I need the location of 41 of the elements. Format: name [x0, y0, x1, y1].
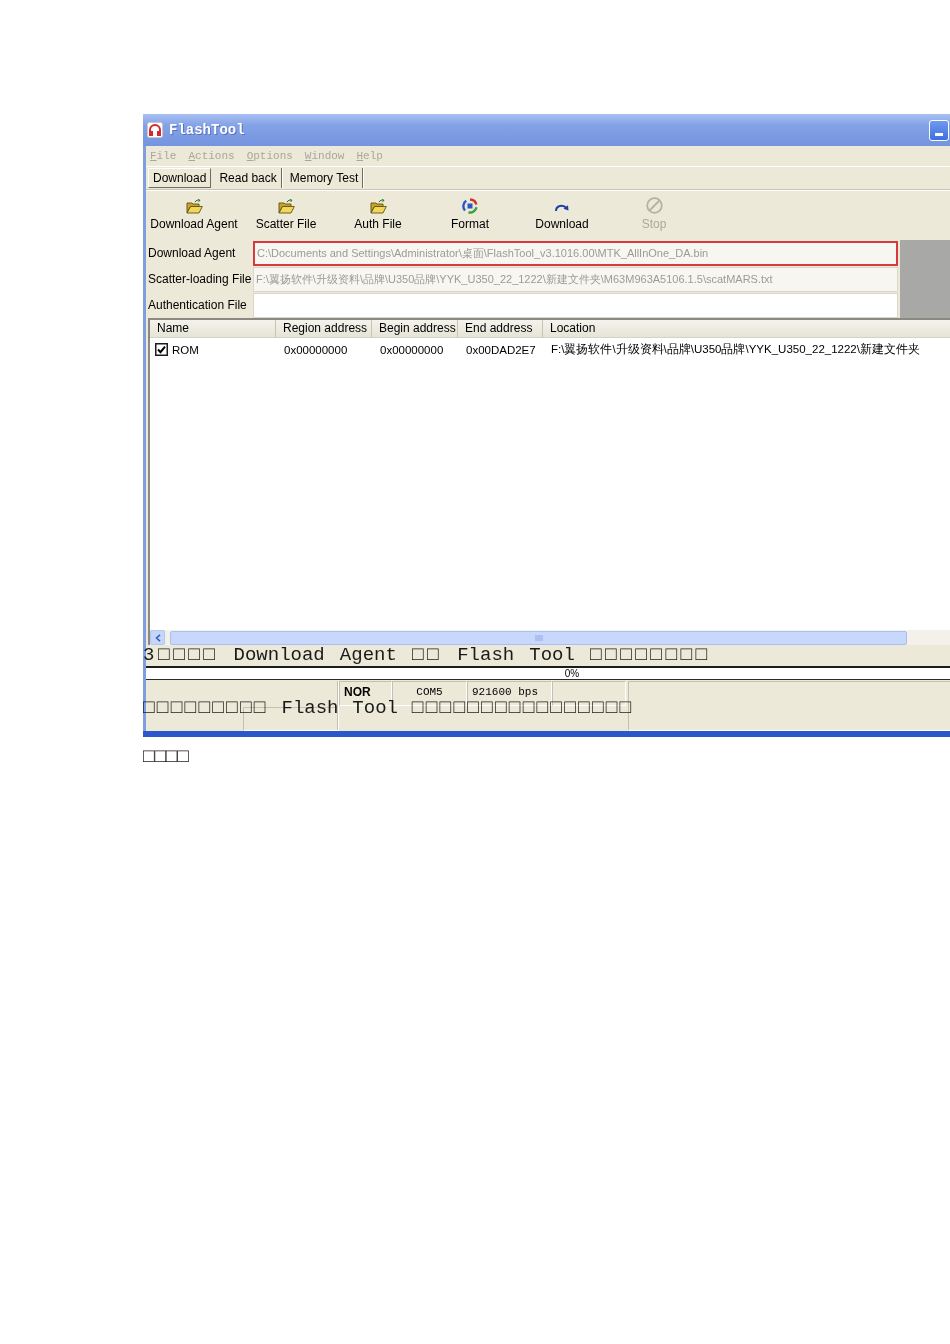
toolbar-button[interactable]: Auth File: [332, 191, 424, 239]
column-header[interactable]: Begin address: [372, 320, 458, 338]
table-cell-text: 0x00000000: [283, 343, 349, 356]
folder-icon: [277, 199, 295, 214]
circle-slash-icon: [645, 197, 663, 214]
grip-icon: [534, 634, 543, 641]
column-header[interactable]: Region address: [276, 320, 372, 338]
status-text: COM5: [416, 686, 443, 700]
document-text: □□□□: [143, 747, 189, 767]
column-header[interactable]: Location: [543, 320, 950, 338]
field-label: Authentication File: [148, 298, 248, 312]
app-icon: [147, 122, 163, 138]
checkbox[interactable]: [155, 343, 168, 356]
toolbar-button[interactable]: Scatter File: [240, 191, 332, 239]
folder-icon: [185, 199, 203, 214]
folder-icon: [369, 199, 387, 214]
table-cell-text: 0x00DAD2E7: [465, 343, 537, 356]
table-cell-text: F:\翼扬软件\升级资料\品牌\U350品牌\YYK_U350_22_1222\新建文件夹: [550, 342, 921, 357]
field-label: Download Agent: [148, 246, 237, 260]
table-cell-text: 0x00000000: [379, 343, 445, 356]
chevron-left-icon: [154, 633, 161, 642]
scroll-left-button[interactable]: [150, 630, 165, 645]
tab[interactable]: Download: [148, 168, 212, 188]
progress-text: 0%: [564, 668, 580, 679]
window-title: FlashTool: [169, 122, 246, 138]
minimize-button[interactable]: [929, 119, 949, 141]
circular-arrows-icon: [462, 198, 478, 214]
minimize-icon: [935, 132, 943, 136]
toolbar-button[interactable]: Download: [516, 191, 608, 239]
document-text: 3□□□□ Download Agent □□ Flash Tool □□□□□□□□: [143, 645, 707, 665]
status-text: NOR: [344, 686, 371, 700]
column-header[interactable]: Name: [150, 320, 276, 338]
toolbar-button[interactable]: Download Agent: [148, 191, 240, 239]
curved-arrow-icon: [554, 202, 570, 214]
path-field[interactable]: [253, 292, 898, 318]
field-label: Scatter-loading File: [148, 272, 253, 286]
status-text: 921600 bps: [472, 686, 538, 700]
document-text: □□□□□□□□□ Flash Tool □□□□□□□□□□□□□□□□: [143, 698, 631, 718]
table-cell: ROM: [172, 343, 199, 356]
column-header[interactable]: End address: [458, 320, 543, 338]
toolbar-button[interactable]: Format: [424, 191, 516, 239]
